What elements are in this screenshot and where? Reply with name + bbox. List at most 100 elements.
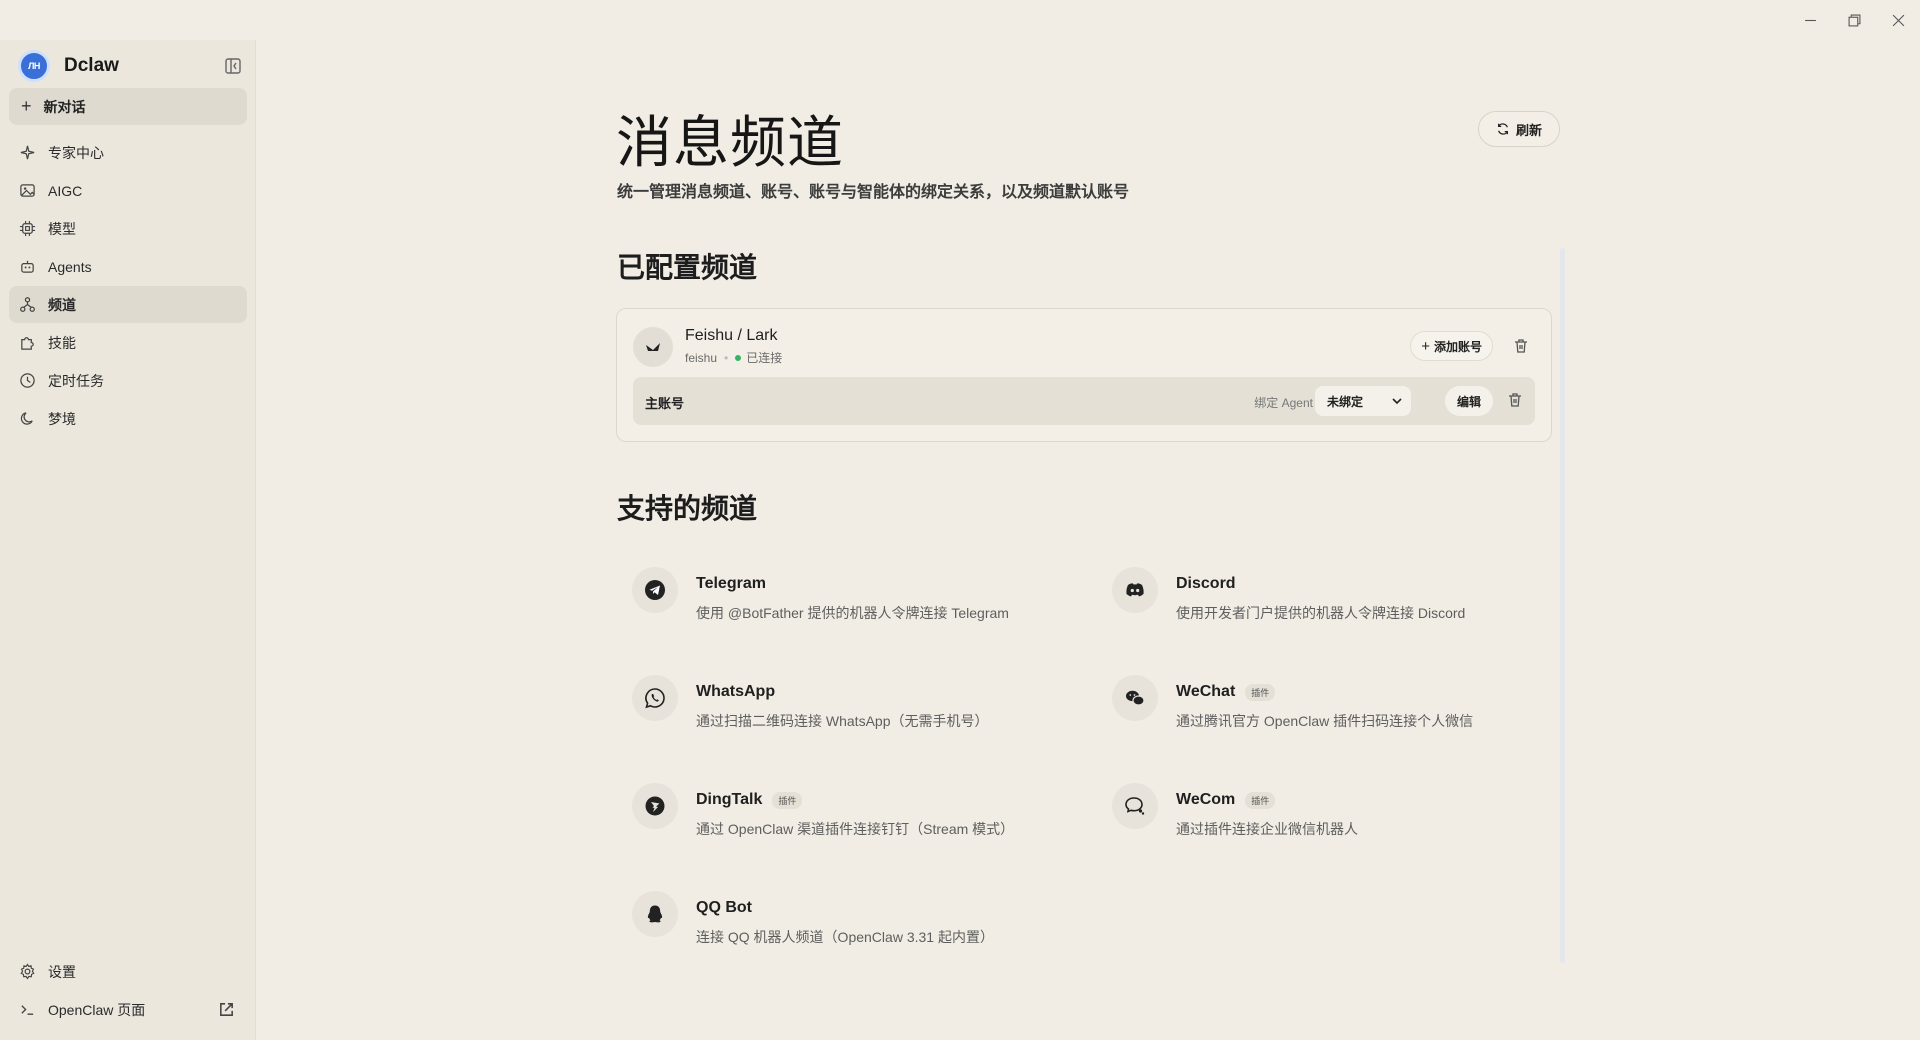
sidebar-collapse-icon[interactable] (224, 57, 242, 75)
channel-wecom[interactable]: WeCom 插件 通过插件连接企业微信机器人 (1112, 783, 1552, 847)
configured-channel-header: Feishu / Lark feishu • 已连接 + 添加账号 (633, 325, 1535, 367)
configured-channel-card: Feishu / Lark feishu • 已连接 + 添加账号 主账号 绑定… (616, 308, 1552, 442)
brand: ЛН Dclaw (18, 49, 250, 83)
sidebar-item-label: 专家中心 (48, 144, 104, 161)
main-content: 消息频道 统一管理消息频道、账号、账号与智能体的绑定关系，以及频道默认账号 刷新… (256, 40, 1920, 1040)
discord-icon (1112, 567, 1158, 613)
plus-icon: + (21, 96, 32, 116)
sidebar-nav: 专家中心 AIGC 模型 Agents 频道 技能 定时任务 梦境 (9, 134, 247, 438)
supported-section-title: 支持的频道 (617, 492, 758, 525)
edit-account-button[interactable]: 编辑 (1445, 386, 1493, 416)
sidebar-item-scheduled-tasks[interactable]: 定时任务 (9, 362, 247, 399)
telegram-icon (632, 567, 678, 613)
close-button[interactable] (1876, 0, 1920, 40)
sidebar-item-experts[interactable]: 专家中心 (9, 134, 247, 171)
account-row: 主账号 绑定 Agent 未绑定 编辑 (633, 377, 1535, 425)
dingtalk-icon (632, 783, 678, 829)
puzzle-icon (21, 337, 34, 350)
sidebar-item-label: AIGC (48, 182, 83, 199)
whatsapp-icon (632, 675, 678, 721)
gear-icon (20, 963, 35, 980)
refresh-icon (1497, 123, 1508, 135)
sidebar-item-agents[interactable]: Agents (9, 248, 247, 285)
bind-agent-select[interactable]: 未绑定 (1315, 386, 1411, 416)
minimize-icon (1804, 19, 1816, 21)
new-chat-button[interactable]: + 新对话 (9, 88, 247, 125)
channel-description: 连接 QQ 机器人频道（OpenClaw 3.31 起内置） (696, 929, 994, 945)
app-name: Dclaw (64, 55, 119, 76)
channel-name: Telegram (696, 575, 766, 592)
sidebar-item-aigc[interactable]: AIGC (9, 172, 247, 209)
sidebar-item-skills[interactable]: 技能 (9, 324, 247, 361)
sidebar-item-label: Agents (48, 258, 92, 275)
channel-dingtalk[interactable]: DingTalk 插件 通过 OpenClaw 渠道插件连接钉钉（Stream 模… (632, 783, 1072, 847)
channel-description: 通过扫描二维码连接 WhatsApp（无需手机号） (696, 713, 989, 729)
configured-section-title: 已配置频道 (617, 251, 758, 284)
network-icon (20, 297, 35, 312)
configured-channel-name: Feishu / Lark (685, 327, 778, 344)
plugin-badge: 插件 (772, 791, 803, 809)
scrollbar[interactable] (1560, 248, 1565, 963)
image-icon (20, 184, 35, 197)
sidebar-item-label: 设置 (48, 963, 76, 980)
close-icon (1892, 14, 1904, 26)
channel-description: 通过插件连接企业微信机器人 (1176, 821, 1358, 837)
page-subtitle: 统一管理消息频道、账号、账号与智能体的绑定关系，以及频道默认账号 (617, 184, 1130, 201)
sidebar-bottom: 设置 OpenClaw 页面 (9, 953, 247, 1029)
minimize-button[interactable] (1788, 0, 1832, 40)
channel-whatsapp[interactable]: WhatsApp 通过扫描二维码连接 WhatsApp（无需手机号） (632, 675, 1072, 739)
terminal-icon (21, 1005, 34, 1015)
sidebar-item-label: 定时任务 (48, 372, 104, 389)
sidebar-item-label: OpenClaw 页面 (48, 1001, 146, 1018)
channel-description: 使用 @BotFather 提供的机器人令牌连接 Telegram (696, 605, 1009, 621)
channel-name: WeCom 插件 (1176, 791, 1276, 809)
sidebar-item-settings[interactable]: 设置 (9, 953, 247, 990)
sidebar-item-label: 技能 (48, 334, 76, 351)
chip-icon (19, 220, 36, 237)
separator-dot: • (724, 350, 729, 365)
plus-icon: + (1421, 337, 1430, 355)
title-bar (0, 0, 1920, 40)
refresh-button[interactable]: 刷新 (1478, 111, 1560, 147)
restore-icon (1848, 14, 1860, 26)
add-account-button[interactable]: + 添加账号 (1410, 331, 1493, 361)
delete-account-icon[interactable] (1507, 392, 1523, 408)
bind-agent-value: 未绑定 (1327, 394, 1364, 409)
delete-channel-icon[interactable] (1513, 338, 1529, 354)
sidebar-item-models[interactable]: 模型 (9, 210, 247, 247)
channel-name: QQ Bot (696, 899, 752, 916)
channel-discord[interactable]: Discord 使用开发者门户提供的机器人令牌连接 Discord (1112, 567, 1552, 631)
channel-name: WhatsApp (696, 683, 776, 700)
channel-description: 通过 OpenClaw 渠道插件连接钉钉（Stream 模式） (696, 821, 1015, 837)
plugin-badge: 插件 (1245, 791, 1276, 809)
sidebar-item-dreams[interactable]: 梦境 (9, 400, 247, 437)
channel-description: 使用开发者门户提供的机器人令牌连接 Discord (1176, 605, 1466, 621)
channel-name: Discord (1176, 575, 1236, 592)
feishu-icon (633, 327, 673, 367)
configured-channel-meta: feishu • 已连接 (685, 349, 782, 366)
external-link-icon (220, 1003, 233, 1016)
chevron-down-icon (1392, 398, 1402, 405)
wechat-icon (1112, 675, 1158, 721)
channel-name: DingTalk 插件 (696, 791, 803, 809)
refresh-label: 刷新 (1515, 122, 1542, 138)
add-account-label: 添加账号 (1433, 339, 1482, 354)
bind-agent-label: 绑定 Agent (1254, 396, 1313, 410)
sidebar-item-openclaw[interactable]: OpenClaw 页面 (9, 991, 247, 1028)
status-badge: 已连接 (746, 351, 783, 365)
channel-wechat[interactable]: WeChat 插件 通过腾讯官方 OpenClaw 插件扫码连接个人微信 (1112, 675, 1552, 739)
channel-qq-bot[interactable]: QQ Bot 连接 QQ 机器人频道（OpenClaw 3.31 起内置） (632, 891, 1072, 955)
channel-name: WeChat 插件 (1176, 683, 1276, 701)
channel-telegram[interactable]: Telegram 使用 @BotFather 提供的机器人令牌连接 Telegr… (632, 567, 1072, 631)
sidebar-item-label: 梦境 (48, 410, 76, 427)
sidebar-item-channels[interactable]: 频道 (9, 286, 247, 323)
restore-button[interactable] (1832, 0, 1876, 40)
sparkle-icon (20, 145, 35, 160)
sidebar: ЛН Dclaw + 新对话 专家中心 AIGC 模型 Agents 频道 技能… (0, 40, 256, 1040)
clock-icon (20, 373, 35, 388)
sidebar-item-label: 模型 (48, 220, 76, 237)
new-chat-label: 新对话 (43, 98, 86, 115)
sidebar-item-label: 频道 (48, 296, 76, 313)
channel-description: 通过腾讯官方 OpenClaw 插件扫码连接个人微信 (1176, 713, 1474, 729)
plugin-badge: 插件 (1245, 683, 1276, 701)
